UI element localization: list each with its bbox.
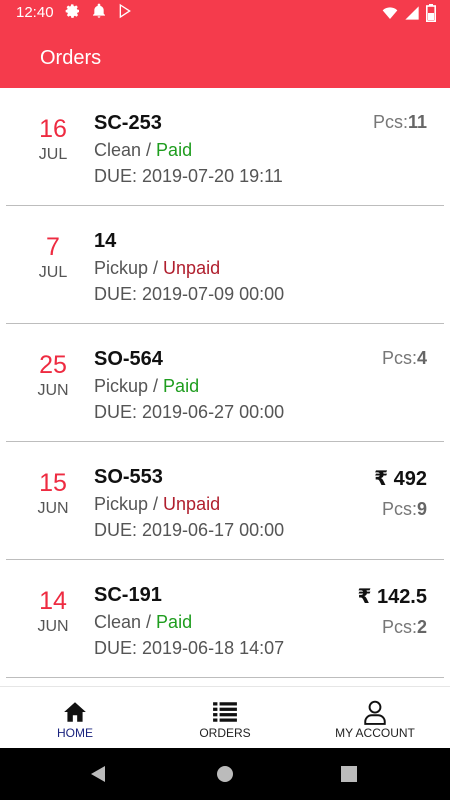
order-status: Pickup / Unpaid bbox=[94, 494, 284, 515]
orders-list: 16 JUL SC-253 Clean / Paid DUE: 2019-07-… bbox=[0, 88, 450, 686]
payment-status: Paid bbox=[163, 376, 200, 396]
battery-icon bbox=[426, 4, 436, 22]
home-icon bbox=[64, 702, 86, 722]
status-separator: / bbox=[148, 258, 164, 278]
order-code: SO-564 bbox=[94, 348, 163, 370]
order-status: Pickup / Paid bbox=[94, 376, 284, 397]
order-day: 15 bbox=[39, 469, 67, 497]
payment-status: Unpaid bbox=[163, 258, 221, 278]
order-date: 16 JUL bbox=[18, 88, 88, 164]
order-due: DUE: 2019-07-09 00:00 bbox=[94, 284, 285, 304]
pcs-count: 9 bbox=[416, 499, 427, 519]
recents-icon[interactable] bbox=[337, 762, 361, 786]
status-separator: / bbox=[141, 140, 157, 160]
settings-icon bbox=[65, 4, 79, 18]
order-date: 7 JUL bbox=[18, 206, 88, 282]
nav-orders-label: ORDERS bbox=[199, 726, 251, 740]
order-item[interactable]: 16 JUL SC-253 Clean / Paid DUE: 2019-07-… bbox=[0, 88, 450, 206]
pcs-count: 2 bbox=[416, 617, 427, 637]
pcs-count: 4 bbox=[416, 348, 427, 368]
nav-orders[interactable]: ORDERS bbox=[150, 687, 300, 749]
order-due: DUE: 2019-06-27 00:00 bbox=[94, 402, 285, 422]
order-date: 14 JUN bbox=[18, 560, 88, 636]
nav-home[interactable]: HOME bbox=[0, 687, 150, 749]
order-type: Pickup bbox=[94, 494, 149, 514]
system-navigation-bar bbox=[0, 748, 450, 800]
order-month: JUN bbox=[37, 618, 69, 635]
pcs-label: Pcs: bbox=[372, 112, 408, 132]
page-title: Orders bbox=[40, 47, 102, 69]
order-item[interactable]: 25 JUN SO-564 Pickup / Paid DUE: 2019-06… bbox=[0, 324, 450, 442]
order-due: DUE: 2019-07-20 19:11 bbox=[94, 166, 283, 186]
payment-status: Unpaid bbox=[163, 494, 221, 514]
pcs-label: Pcs: bbox=[381, 499, 417, 519]
app-bar: Orders bbox=[0, 26, 450, 88]
play-store-icon bbox=[119, 3, 131, 19]
order-type: Clean bbox=[94, 140, 142, 160]
home-circle-icon[interactable] bbox=[213, 762, 237, 786]
order-pieces: Pcs:2 bbox=[357, 617, 427, 638]
pcs-label: Pcs: bbox=[381, 348, 417, 368]
order-month: JUN bbox=[37, 500, 69, 517]
status-separator: / bbox=[141, 612, 157, 632]
nav-my-account[interactable]: MY ACCOUNT bbox=[300, 687, 450, 749]
payment-status: Paid bbox=[156, 612, 193, 632]
order-item[interactable]: 15 JUN SO-553 Pickup / Unpaid DUE: 2019-… bbox=[0, 442, 450, 560]
order-type: Pickup bbox=[94, 376, 149, 396]
order-item[interactable]: 7 JUL 14 Pickup / Unpaid DUE: 2019-07-09… bbox=[0, 206, 450, 324]
status-time: 12:40 bbox=[16, 4, 54, 21]
account-icon bbox=[364, 700, 386, 725]
nav-my-account-label: MY ACCOUNT bbox=[335, 726, 415, 740]
divider bbox=[6, 677, 444, 678]
order-due: DUE: 2019-06-17 00:00 bbox=[94, 520, 285, 540]
list-icon bbox=[213, 702, 237, 722]
pcs-label: Pcs: bbox=[381, 617, 417, 637]
notification-icon bbox=[93, 3, 105, 18]
order-month: JUL bbox=[38, 146, 68, 163]
status-separator: / bbox=[148, 376, 164, 396]
order-pieces: Pcs:11 bbox=[373, 112, 427, 133]
pcs-count: 11 bbox=[407, 112, 427, 132]
order-month: JUL bbox=[38, 264, 68, 281]
payment-status: Paid bbox=[156, 140, 193, 160]
status-separator: / bbox=[148, 494, 164, 514]
order-code: 14 bbox=[94, 230, 117, 252]
order-status: Clean / Paid bbox=[94, 612, 284, 633]
signal-icon bbox=[405, 6, 419, 20]
order-type: Clean bbox=[94, 612, 142, 632]
order-month: JUN bbox=[37, 382, 69, 399]
order-code: SO-553 bbox=[94, 466, 163, 488]
order-day: 25 bbox=[39, 351, 67, 379]
wifi-icon bbox=[382, 7, 398, 19]
order-code: SC-191 bbox=[94, 584, 162, 606]
order-code: SC-253 bbox=[94, 112, 162, 134]
order-day: 14 bbox=[39, 587, 67, 615]
order-pieces: Pcs:4 bbox=[382, 348, 427, 369]
order-status: Clean / Paid bbox=[94, 140, 283, 161]
status-bar: 12:40 bbox=[0, 0, 450, 26]
bottom-navigation: HOME ORDERS MY ACCOUNT bbox=[0, 686, 450, 748]
order-status: Pickup / Unpaid bbox=[94, 258, 284, 279]
order-day: 7 bbox=[46, 233, 60, 261]
order-date: 15 JUN bbox=[18, 442, 88, 518]
back-icon[interactable] bbox=[86, 762, 110, 786]
order-amount: ₹ 492 bbox=[374, 468, 427, 490]
nav-home-label: HOME bbox=[57, 726, 93, 740]
order-pieces: Pcs:9 bbox=[374, 499, 427, 520]
order-type: Pickup bbox=[94, 258, 149, 278]
order-date: 25 JUN bbox=[18, 324, 88, 400]
order-amount: ₹ 142.5 bbox=[357, 586, 427, 608]
order-item[interactable]: 14 JUN SC-191 Clean / Paid DUE: 2019-06-… bbox=[0, 560, 450, 678]
order-day: 16 bbox=[39, 115, 67, 143]
order-due: DUE: 2019-06-18 14:07 bbox=[94, 638, 285, 658]
